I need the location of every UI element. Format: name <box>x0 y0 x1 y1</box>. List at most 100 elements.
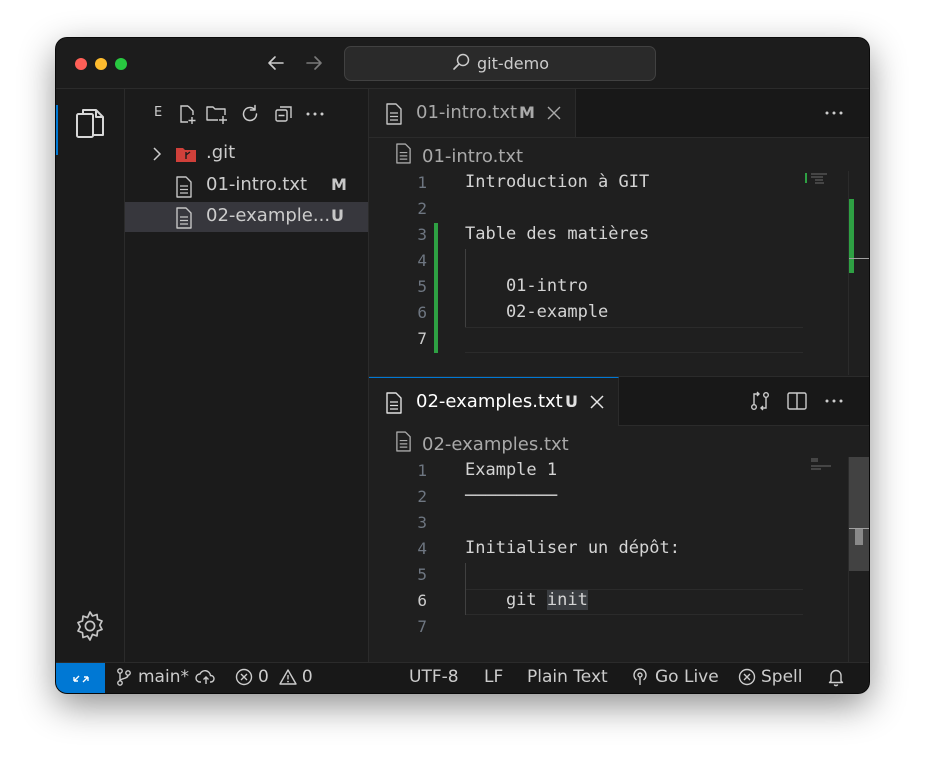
publish-branch-button[interactable] <box>195 667 217 687</box>
more-actions-icon[interactable] <box>303 102 327 126</box>
code-line: 2 ───────── <box>369 485 809 511</box>
language-mode-selector[interactable]: Plain Text <box>527 667 608 687</box>
file-text-icon <box>175 207 193 234</box>
tree-item-01-intro[interactable]: 01-intro.txt M <box>125 171 368 201</box>
tab-bar: 01-intro.txt M <box>369 89 869 138</box>
scrollbar-thumb[interactable] <box>849 457 869 571</box>
untracked-badge: U <box>331 206 344 225</box>
command-center-search[interactable]: git-demo <box>344 46 656 81</box>
close-icon[interactable] <box>588 393 606 411</box>
refresh-icon[interactable] <box>238 102 262 126</box>
code-line: 3 <box>369 511 809 537</box>
close-window-button[interactable] <box>75 58 87 70</box>
encoding-selector[interactable]: UTF-8 <box>409 667 459 687</box>
gear-icon[interactable] <box>72 608 108 644</box>
explorer-icon[interactable] <box>72 105 108 141</box>
git-folder-icon <box>175 144 197 169</box>
remote-indicator[interactable] <box>56 663 105 693</box>
code-line: 1 Introduction à GIT <box>369 171 809 197</box>
status-bar: main* 0 0 UTF-8 LF Plain Text Go Live Sp… <box>56 662 869 693</box>
file-text-icon <box>175 176 193 203</box>
maximize-window-button[interactable] <box>115 58 127 70</box>
code-editor[interactable]: 1 Introduction à GIT 2 3 Table des matiè… <box>369 171 809 353</box>
line-number: 1 <box>417 173 427 192</box>
vertical-scrollbar[interactable] <box>848 457 869 663</box>
explorer-header: E <box>125 99 368 129</box>
warning-count: 0 <box>301 667 313 687</box>
minimize-window-button[interactable] <box>95 58 107 70</box>
tree-item-label: 02-example... <box>206 205 331 226</box>
remote-icon <box>72 675 89 682</box>
file-text-icon <box>385 103 403 130</box>
back-arrow-icon[interactable] <box>263 50 289 76</box>
go-live-label: Go Live <box>655 667 719 687</box>
line-text: Introduction à GIT <box>465 172 650 192</box>
line-number: 4 <box>417 251 427 270</box>
editor-group-bottom: 02-examples.txt U 02-examples.txt 1 Exam… <box>369 376 869 663</box>
breadcrumb[interactable]: 02-examples.txt <box>395 431 569 457</box>
code-line: 5 01-intro <box>369 275 809 301</box>
problems-indicator[interactable]: 0 0 <box>235 667 313 687</box>
warning-icon <box>279 669 297 685</box>
line-text: git init <box>465 590 588 610</box>
tab-02-examples[interactable]: 02-examples.txt U <box>369 377 619 426</box>
scrollbar-cursor-marker <box>849 258 869 259</box>
spell-check-button[interactable]: Spell <box>738 667 803 687</box>
eol-selector[interactable]: LF <box>484 667 503 687</box>
scrollbar-selection-marker <box>855 529 863 545</box>
line-text: ───────── <box>465 486 558 506</box>
selection-highlight: init <box>546 590 588 610</box>
line-number: 2 <box>417 199 427 218</box>
forward-arrow-icon[interactable] <box>301 50 327 76</box>
language-label: Plain Text <box>527 667 608 687</box>
line-text: Table des matières <box>465 224 650 244</box>
line-text: 02-example <box>465 302 609 322</box>
close-icon[interactable] <box>545 104 563 122</box>
added-line-marker <box>434 327 438 353</box>
minimap[interactable] <box>805 171 845 211</box>
chevron-right-icon <box>149 146 165 167</box>
tree-item-git-folder[interactable]: .git <box>125 139 368 169</box>
untracked-badge: U <box>565 392 578 411</box>
indent-guide <box>465 563 466 589</box>
code-line: 2 <box>369 197 809 223</box>
split-editor-icon[interactable] <box>785 389 809 413</box>
more-actions-icon[interactable] <box>822 101 846 125</box>
search-icon <box>451 52 471 76</box>
file-text-icon <box>395 431 412 457</box>
code-line-current: 7 <box>369 327 809 353</box>
explorer-sidebar: E .git 01-intro.txt M 02-example... U <box>125 89 369 662</box>
code-line: 4 Initialiser un dépôt: <box>369 537 809 563</box>
branch-icon <box>117 668 131 686</box>
error-count: 0 <box>258 667 269 687</box>
tree-item-02-examples[interactable]: 02-example... U <box>125 202 368 232</box>
breadcrumb[interactable]: 01-intro.txt <box>395 143 523 167</box>
encoding-label: UTF-8 <box>409 667 459 687</box>
code-editor[interactable]: 1 Example 1 2 ───────── 3 4 Initialiser … <box>369 459 809 641</box>
more-actions-icon[interactable] <box>822 389 846 413</box>
code-line: 3 Table des matières <box>369 223 809 249</box>
file-text-icon <box>385 392 403 419</box>
minimap[interactable] <box>811 457 851 497</box>
new-folder-icon[interactable] <box>205 102 229 126</box>
line-number: 7 <box>417 329 427 348</box>
collapse-all-icon[interactable] <box>272 102 296 126</box>
scrollbar-change-marker <box>849 199 854 273</box>
go-live-button[interactable]: Go Live <box>630 667 719 687</box>
cloud-upload-icon <box>195 670 215 684</box>
code-line: 4 <box>369 249 809 275</box>
notifications-button[interactable] <box>827 667 845 687</box>
new-file-icon[interactable] <box>175 102 199 126</box>
line-number: 5 <box>417 277 427 296</box>
added-line-marker <box>434 301 438 327</box>
editor-group-top: 01-intro.txt M 01-intro.txt 1 Introducti… <box>369 89 869 375</box>
code-line: 1 Example 1 <box>369 459 809 485</box>
tab-01-intro[interactable]: 01-intro.txt M <box>369 89 576 137</box>
vscode-window: git-demo E .git 01-intro.txt M 02-exampl… <box>56 38 869 693</box>
open-changes-icon[interactable] <box>748 389 772 413</box>
tree-item-label: .git <box>206 142 236 163</box>
code-line: 6 02-example <box>369 301 809 327</box>
modified-badge: M <box>331 175 347 194</box>
branch-indicator[interactable]: main* <box>115 667 189 687</box>
vertical-scrollbar[interactable] <box>848 171 869 375</box>
